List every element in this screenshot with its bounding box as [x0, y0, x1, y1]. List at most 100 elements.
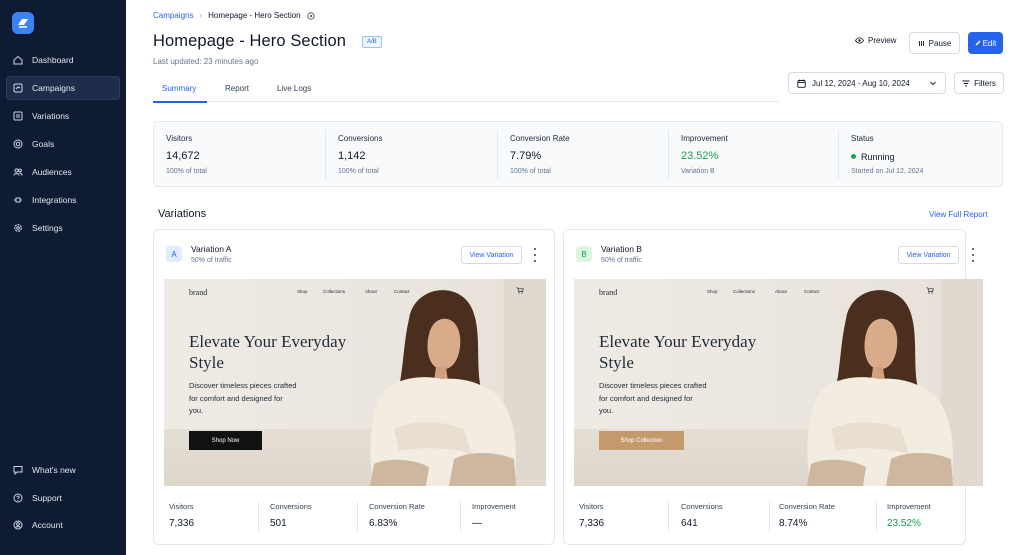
stat-subtext: 100% of total — [338, 168, 379, 175]
sidebar-item-label: Campaigns — [32, 83, 75, 93]
variation-preview: brand Shop Collections About Contact Ele… — [164, 279, 546, 486]
sidebar-item-support[interactable]: Support — [6, 486, 120, 510]
stat-label: Improvement — [681, 134, 728, 143]
metric-value: 8.74% — [779, 518, 808, 529]
pause-label: Pause — [928, 38, 952, 48]
preview-button[interactable]: Preview — [855, 36, 896, 45]
metric-divider — [258, 502, 259, 532]
sidebar: Dashboard Campaigns Variations Goals Aud… — [0, 0, 126, 555]
variations-icon — [13, 111, 23, 121]
ab-test-badge: A/B — [362, 36, 382, 48]
preview-headline: Elevate Your Everyday Style — [189, 332, 347, 372]
metric-value: 23.52% — [887, 518, 921, 529]
cart-icon — [516, 287, 524, 294]
metric-label: Conversion Rate — [369, 502, 425, 511]
preview-nav-item: Shop — [707, 289, 718, 294]
preview-nav-item: Collections — [323, 289, 346, 294]
more-options-icon[interactable] — [532, 248, 538, 262]
pencil-icon — [975, 40, 981, 46]
stat-label: Conversions — [338, 134, 383, 143]
stat-subtext: 100% of total — [510, 168, 551, 175]
sidebar-bottom-nav: What's new Support Account — [6, 458, 120, 541]
preview-nav-item: About — [365, 289, 377, 294]
variation-card-b: B Variation B 50% of traffic View Variat… — [563, 229, 983, 545]
sidebar-item-label: Settings — [32, 223, 63, 233]
metric-label: Conversions — [681, 502, 723, 511]
sidebar-item-label: Integrations — [32, 195, 77, 205]
page-title: Homepage - Hero Section — [153, 32, 347, 50]
sidebar-item-label: Audiences — [32, 167, 72, 177]
sidebar-item-variations[interactable]: Variations — [6, 104, 120, 128]
tab-live-logs[interactable]: Live Logs — [277, 84, 311, 93]
metric-label: Conversions — [270, 502, 312, 511]
stat-label: Conversion Rate — [510, 134, 570, 143]
stat-subtext: 100% of total — [166, 168, 207, 175]
tab-summary[interactable]: Summary — [162, 84, 196, 93]
sidebar-item-label: Account — [32, 520, 63, 530]
variation-preview: brand Shop Collections About Contact Ele… — [574, 279, 983, 486]
sidebar-item-dashboard[interactable]: Dashboard — [6, 48, 120, 72]
home-icon — [13, 55, 23, 65]
variation-letter-badge: B — [576, 246, 592, 262]
chat-icon — [13, 466, 23, 475]
filters-label: Filters — [974, 78, 996, 88]
view-full-report-link[interactable]: View Full Report — [929, 210, 988, 219]
sidebar-item-audiences[interactable]: Audiences — [6, 160, 120, 184]
eye-icon — [855, 37, 864, 44]
gear-icon — [14, 224, 22, 232]
date-range-picker[interactable]: Jul 12, 2024 - Aug 10, 2024 — [788, 72, 946, 94]
preview-label: Preview — [868, 36, 897, 45]
sidebar-item-settings[interactable]: Settings — [6, 216, 120, 240]
variation-name: Variation B — [601, 244, 642, 254]
chevron-right-icon: › — [199, 11, 203, 20]
metric-divider — [460, 502, 461, 532]
metric-divider — [668, 502, 669, 532]
tab-report[interactable]: Report — [225, 84, 249, 93]
preview-brand: brand — [599, 288, 618, 297]
metric-label: Visitors — [579, 502, 604, 511]
metric-value: — — [472, 518, 482, 529]
summary-stats-panel: Visitors 14,672 100% of total Conversion… — [153, 121, 1003, 187]
last-updated-text: Last updated: 23 minutes ago — [153, 57, 259, 66]
sidebar-item-campaigns[interactable]: Campaigns — [6, 76, 120, 100]
edit-button[interactable]: Edit — [968, 32, 1003, 54]
preview-nav-item: Collections — [733, 289, 756, 294]
users-icon — [13, 168, 23, 176]
filters-button[interactable]: Filters — [954, 72, 1004, 94]
stat-divider — [668, 130, 669, 180]
metric-divider — [876, 502, 877, 532]
metric-value: 7,336 — [169, 518, 195, 529]
preview-nav-item: Contact — [804, 289, 820, 294]
sidebar-item-account[interactable]: Account — [6, 513, 120, 537]
view-variation-button[interactable]: View Variation — [898, 246, 959, 264]
breadcrumb-link-campaigns[interactable]: Campaigns — [153, 11, 193, 20]
preview-nav-item: About — [775, 289, 787, 294]
preview-brand: brand — [189, 288, 208, 297]
sidebar-item-label: Variations — [32, 111, 70, 121]
preview-nav-item: Shop — [297, 289, 308, 294]
pause-button[interactable]: Pause — [909, 32, 960, 54]
stat-subtext: Started on Jul 12, 2024 — [851, 168, 924, 175]
metric-label: Improvement — [472, 502, 516, 511]
stat-value: Running — [861, 152, 895, 162]
sidebar-item-integrations[interactable]: Integrations — [6, 188, 120, 212]
view-variation-button[interactable]: View Variation — [461, 246, 522, 264]
stat-value: 7.79% — [510, 150, 542, 162]
stat-subtext: Variation B — [681, 168, 715, 175]
preview-cta-button: Shop Now — [189, 431, 262, 450]
stat-divider — [497, 130, 498, 180]
date-range-value: Jul 12, 2024 - Aug 10, 2024 — [812, 78, 910, 88]
more-options-icon[interactable] — [970, 248, 976, 262]
variation-traffic: 50% of traffic — [601, 257, 642, 264]
variation-card-a: A Variation A 50% of traffic View Variat… — [153, 229, 555, 545]
metric-label: Conversion Rate — [779, 502, 835, 511]
metric-label: Visitors — [169, 502, 194, 511]
sidebar-item-label: Support — [32, 492, 62, 503]
stat-divider — [325, 130, 326, 180]
app-logo-icon[interactable] — [12, 12, 34, 34]
metric-value: 641 — [681, 518, 698, 529]
variation-name: Variation A — [191, 244, 232, 254]
sidebar-item-whats-new[interactable]: What's new — [6, 458, 120, 482]
sidebar-item-goals[interactable]: Goals — [6, 132, 120, 156]
info-icon[interactable] — [307, 11, 315, 20]
